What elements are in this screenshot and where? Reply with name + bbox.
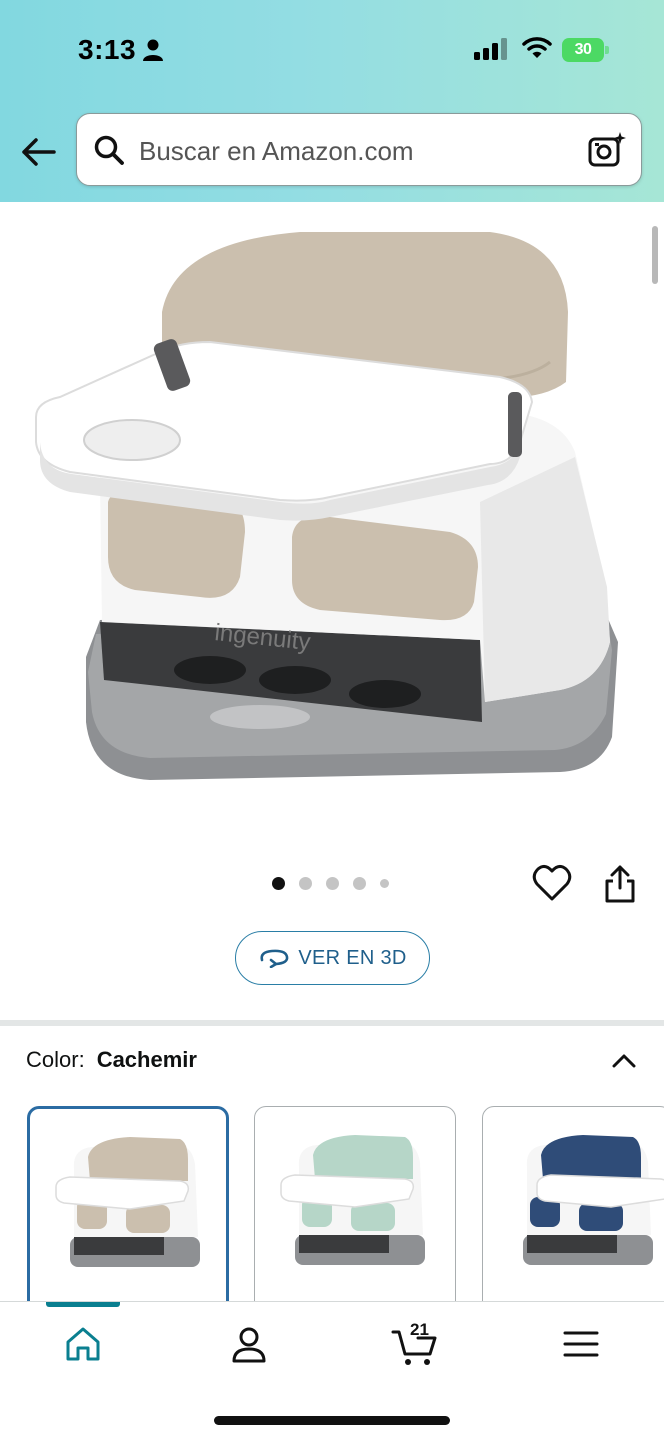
color-swatch-mint[interactable] — [254, 1106, 456, 1326]
booster-seat-illustration: ingenuity — [35, 232, 618, 780]
chevron-up-icon[interactable] — [610, 1047, 638, 1075]
view-in-3d-button[interactable]: VER EN 3D — [235, 931, 430, 985]
selected-color-value: Cachemir — [96, 1047, 197, 1072]
account-icon[interactable] — [225, 1320, 273, 1368]
back-button[interactable] — [18, 132, 58, 172]
heart-icon[interactable] — [532, 864, 572, 902]
carousel-dot[interactable] — [299, 876, 312, 890]
status-bar: 3:13 30 — [0, 0, 664, 100]
section-divider — [0, 1020, 664, 1026]
swatch-thumbnail — [55, 1137, 200, 1267]
carousel-dot[interactable] — [380, 878, 389, 888]
search-input[interactable]: Buscar en Amazon.com — [76, 113, 642, 186]
cellular-signal-icon — [474, 38, 507, 60]
wifi-icon — [522, 37, 552, 58]
home-indicator — [214, 1416, 450, 1425]
carousel-dot[interactable] — [326, 876, 339, 890]
menu-icon[interactable] — [557, 1320, 605, 1368]
swatch-thumbnail — [280, 1135, 425, 1265]
image-carousel-dots — [272, 876, 402, 890]
search-placeholder: Buscar en Amazon.com — [139, 136, 414, 166]
status-time: 3:13 — [78, 34, 137, 65]
product-image[interactable]: ingenuity — [0, 202, 664, 842]
color-swatch-cachemir[interactable] — [27, 1106, 229, 1326]
carousel-dot[interactable] — [272, 876, 285, 890]
arrow-left-icon — [22, 138, 56, 166]
home-icon[interactable] — [59, 1320, 107, 1368]
active-tab-indicator — [46, 1302, 120, 1307]
app-header: 3:13 30 Buscar en Amazon.com — [0, 0, 664, 202]
carousel-dot[interactable] — [353, 876, 366, 890]
color-label: Color: — [26, 1047, 85, 1072]
person-icon — [143, 39, 163, 61]
battery-level: 30 — [562, 38, 604, 62]
swatch-thumbnail — [523, 1135, 664, 1265]
search-icon — [94, 135, 124, 165]
rotate-3d-icon — [260, 949, 289, 968]
battery-indicator: 30 — [562, 38, 610, 62]
camera-search-icon[interactable] — [587, 130, 627, 170]
scrollbar[interactable] — [652, 226, 658, 284]
color-swatch-navy[interactable] — [482, 1106, 664, 1326]
color-selector-header[interactable]: Color: Cachemir — [26, 1047, 638, 1079]
share-icon[interactable] — [602, 864, 638, 904]
view-in-3d-label: VER EN 3D — [298, 946, 407, 969]
cart-count-badge: 21 — [410, 1320, 429, 1339]
